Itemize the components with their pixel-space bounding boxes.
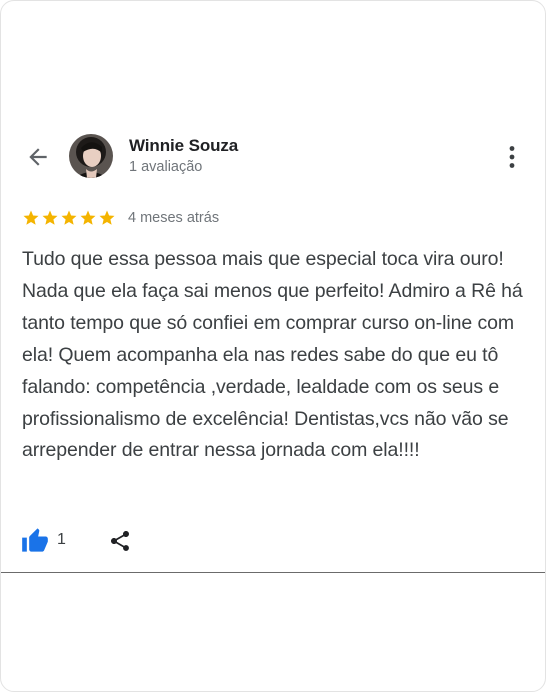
thumbs-up-icon — [22, 528, 48, 552]
review-time: 4 meses atrás — [128, 210, 220, 226]
star-rating — [22, 209, 116, 227]
more-vertical-icon — [509, 146, 515, 168]
star-icon — [23, 210, 39, 225]
reviewer-name[interactable]: Winnie Souza — [129, 136, 238, 156]
review-card: Winnie Souza 1 avaliação 4 meses atrás T… — [0, 0, 546, 692]
share-icon — [111, 531, 129, 551]
like-button[interactable]: 1 — [21, 527, 66, 553]
divider — [1, 572, 545, 573]
star-icon — [80, 210, 96, 225]
star-icon — [61, 210, 77, 225]
arrow-left-icon — [29, 148, 47, 166]
star-icon — [99, 210, 115, 225]
rating-row: 4 meses atrás — [22, 208, 219, 228]
review-text: Tudo que essa pessoa mais que especial t… — [22, 248, 523, 462]
star-icon — [42, 210, 58, 225]
back-button[interactable] — [23, 142, 53, 172]
more-options-button[interactable] — [499, 143, 525, 171]
like-count: 1 — [57, 531, 66, 548]
avatar[interactable] — [69, 134, 113, 178]
reviewer-review-count: 1 avaliação — [129, 159, 203, 175]
share-button[interactable] — [107, 528, 133, 554]
